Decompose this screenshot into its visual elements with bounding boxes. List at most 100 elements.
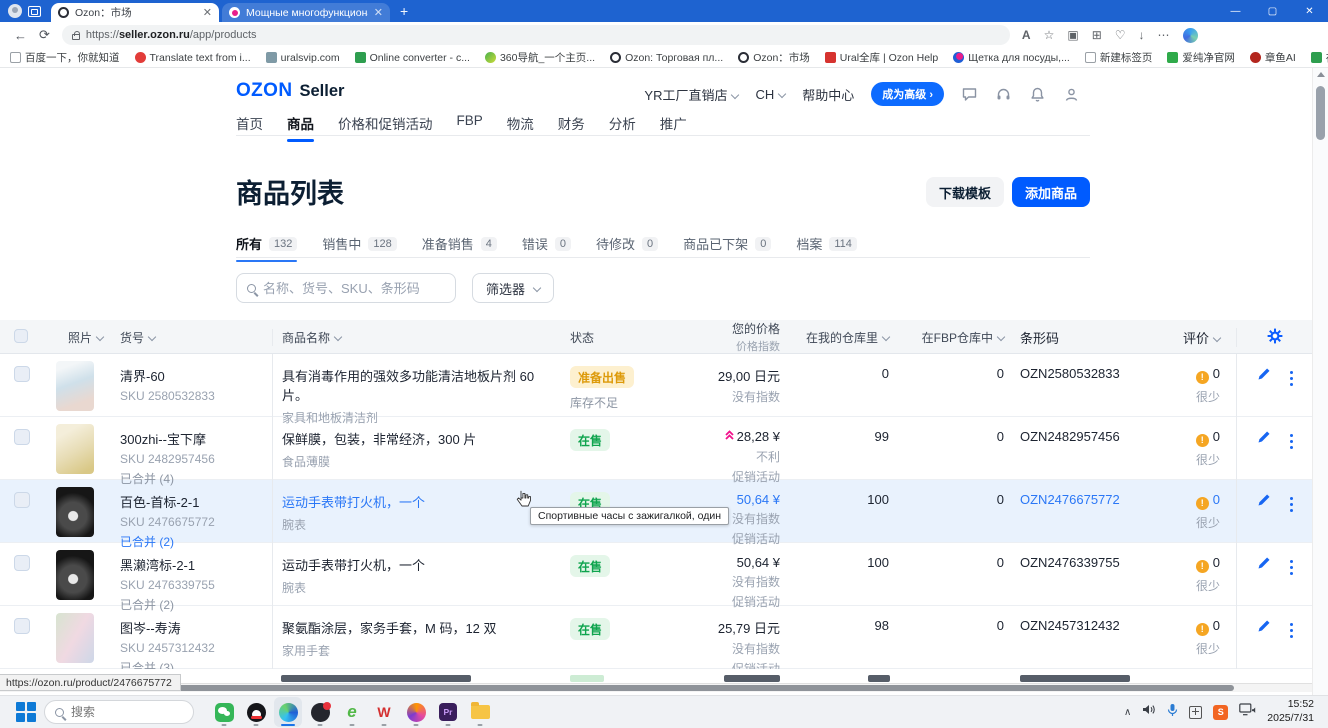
workspaces-icon[interactable]	[28, 6, 41, 17]
filter-button[interactable]: 筛选器	[472, 273, 554, 303]
product-article[interactable]: 图岑--寿涛	[104, 618, 272, 637]
product-article[interactable]: 黑濑湾标-2-1	[104, 555, 272, 574]
scrollbar-thumb[interactable]	[2, 685, 1234, 691]
row-menu-kebab-icon[interactable]	[1290, 560, 1293, 563]
nav-promotion[interactable]: 推广	[660, 113, 687, 142]
barcode-link[interactable]: OZN2476675772	[1012, 480, 1172, 550]
browser-tab-active[interactable]: Ozon：市场 ✕	[51, 3, 219, 22]
bookmark-item[interactable]: 章鱼AI	[1250, 50, 1296, 65]
user-icon[interactable]	[1063, 86, 1080, 103]
edit-pencil-icon[interactable]	[1257, 429, 1272, 449]
taskbar-wps-icon[interactable]: W	[370, 697, 398, 727]
col-photo[interactable]: 照片	[40, 329, 104, 346]
product-photo[interactable]	[56, 424, 94, 474]
col-fbp-warehouse[interactable]: 在FBP仓库中	[897, 329, 1012, 346]
rating-value[interactable]: 0	[1213, 492, 1220, 507]
maximize-button[interactable]: ▢	[1254, 0, 1291, 22]
nav-finance[interactable]: 财务	[558, 113, 585, 142]
table-settings-gear-icon[interactable]	[1267, 328, 1283, 347]
tab-close-icon[interactable]: ✕	[203, 6, 212, 19]
bookmark-item[interactable]: 360导航_一个主页...	[485, 50, 595, 65]
sogou-icon[interactable]: S	[1213, 705, 1228, 720]
add-product-button[interactable]: 添加商品	[1012, 177, 1090, 207]
display-audio-icon[interactable]	[1239, 703, 1256, 721]
col-rating[interactable]: 评价	[1172, 328, 1236, 347]
volume-icon[interactable]	[1142, 703, 1156, 721]
start-button[interactable]	[16, 702, 36, 722]
row-checkbox[interactable]	[14, 366, 30, 382]
chat-icon[interactable]	[961, 86, 978, 103]
vertical-scrollbar[interactable]	[1312, 68, 1328, 695]
bookmark-item[interactable]: Ozon: Торговая пл...	[610, 52, 723, 64]
language-selector[interactable]: CH	[755, 87, 785, 102]
tab-close-icon[interactable]: ✕	[374, 6, 383, 19]
taskbar-wechat-icon[interactable]	[210, 697, 238, 727]
bookmark-item[interactable]: Online converter - c...	[355, 52, 470, 64]
browser-tab-inactive[interactable]: Мощные многофункциональнь ✕	[222, 3, 390, 22]
product-photo[interactable]	[56, 550, 94, 600]
col-article[interactable]: 货号	[104, 329, 272, 346]
scroll-up-arrow-icon[interactable]	[1317, 72, 1325, 77]
nav-products[interactable]: 商品	[287, 113, 314, 142]
row-menu-kebab-icon[interactable]	[1290, 497, 1293, 500]
essentials-icon[interactable]: ♡	[1115, 29, 1126, 41]
row-menu-kebab-icon[interactable]	[1290, 371, 1293, 374]
scrollbar-thumb[interactable]	[1316, 86, 1325, 140]
bookmark-item[interactable]: 百度一下，你就知道	[10, 50, 120, 65]
favorites-star-icon[interactable]: ☆	[1044, 29, 1055, 41]
bookmark-item[interactable]: Ozon：市场	[738, 50, 810, 65]
ime-icon[interactable]	[1189, 706, 1202, 719]
nav-pricing-promos[interactable]: 价格和促销活动	[338, 113, 433, 142]
bookmark-item[interactable]: Translate text from i...	[135, 52, 251, 64]
close-button[interactable]: ✕	[1291, 0, 1328, 22]
row-checkbox[interactable]	[14, 429, 30, 445]
nav-fbp[interactable]: FBP	[457, 113, 483, 142]
search-input[interactable]	[263, 281, 445, 296]
edit-pencil-icon[interactable]	[1257, 555, 1272, 575]
bell-icon[interactable]	[1029, 86, 1046, 103]
bookmark-item[interactable]: uralsvip.com	[266, 52, 340, 64]
taskbar-edge-icon[interactable]	[274, 697, 302, 727]
bookmark-item[interactable]: 爱纯净官网	[1167, 50, 1235, 65]
ozon-seller-logo[interactable]: OZON Seller	[236, 80, 344, 102]
product-photo[interactable]	[56, 613, 94, 663]
bookmark-item[interactable]: 在线转换器 - 免费...	[1311, 50, 1328, 65]
product-name[interactable]: 保鲜膜，包装，非常经济，300 片	[282, 429, 562, 448]
row-checkbox[interactable]	[14, 492, 30, 508]
product-name[interactable]: 具有消毒作用的强效多功能清洁地板片剂 60 片。	[282, 366, 562, 404]
edit-pencil-icon[interactable]	[1257, 618, 1272, 638]
nav-home[interactable]: 首页	[236, 113, 263, 142]
settings-menu-icon[interactable]: ⋯	[1158, 29, 1170, 41]
table-row[interactable]: 黑濑湾标-2-1SKU 2476339755已合并 (2) 运动手表带打火机，一…	[0, 543, 1312, 606]
product-photo[interactable]	[56, 487, 94, 537]
row-menu-kebab-icon[interactable]	[1290, 623, 1293, 626]
taskbar-premiere-icon[interactable]: Pr	[434, 697, 462, 727]
help-center-link[interactable]: 帮助中心	[802, 85, 854, 104]
downloads-icon[interactable]: ↓	[1139, 29, 1145, 41]
back-icon[interactable]: ←	[14, 28, 27, 43]
nav-logistics[interactable]: 物流	[507, 113, 534, 142]
product-article[interactable]: 清界-60	[104, 366, 272, 385]
product-article[interactable]: 百色-首标-2-1	[104, 492, 272, 511]
product-name[interactable]: 聚氨酯涂层，家务手套，M 码，12 双	[282, 618, 562, 637]
lock-icon[interactable]	[72, 34, 80, 40]
bookmark-item[interactable]: 新建标签页	[1085, 50, 1153, 65]
translate-icon[interactable]: A	[1022, 29, 1031, 41]
taskbar-firefox-icon[interactable]	[402, 697, 430, 727]
microphone-icon[interactable]	[1167, 703, 1178, 722]
new-tab-button[interactable]: +	[400, 3, 408, 19]
taskbar-360-icon[interactable]	[306, 697, 334, 727]
refresh-icon[interactable]: ⟳	[39, 27, 50, 43]
edit-pencil-icon[interactable]	[1257, 492, 1272, 512]
taskbar-search[interactable]	[44, 700, 194, 724]
store-selector[interactable]: YR工厂直销店	[644, 85, 738, 104]
bookmark-item[interactable]: Ural全库 | Ozon Help	[825, 50, 938, 65]
edit-pencil-icon[interactable]	[1257, 366, 1272, 386]
browser-profile-icon[interactable]	[8, 4, 22, 18]
collections-icon[interactable]: ⊞	[1092, 29, 1102, 41]
product-article[interactable]: 300zhi--宝下摩	[104, 429, 272, 448]
taskbar-clock[interactable]: 15:522025/7/31	[1267, 698, 1314, 725]
minimize-button[interactable]: —	[1217, 0, 1254, 22]
col-name[interactable]: 商品名称	[272, 329, 562, 346]
taskbar-search-input[interactable]	[71, 705, 183, 719]
